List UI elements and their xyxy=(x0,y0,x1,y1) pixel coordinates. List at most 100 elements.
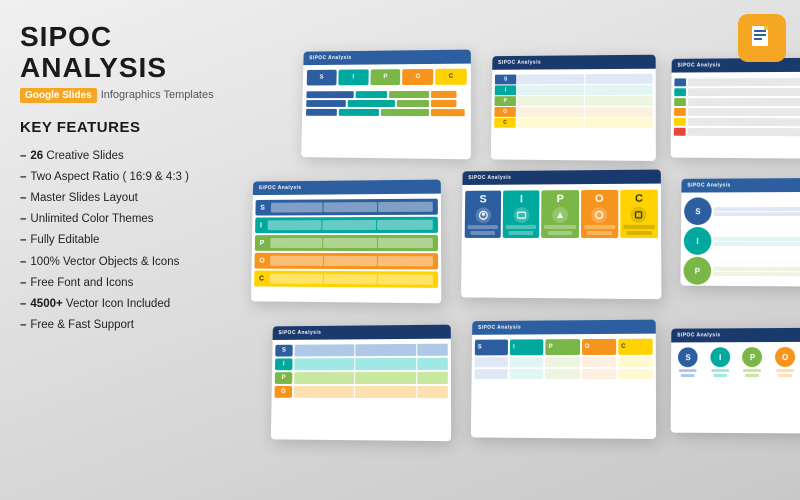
sipoc-big-letter: C xyxy=(635,193,643,205)
slide-header-7: SIPOC Analysis xyxy=(273,325,451,340)
slide-header-9: SIPOC Analysis xyxy=(671,328,800,343)
slide-content-3 xyxy=(671,74,800,141)
slide-card-3: SIPOC Analysis xyxy=(671,58,800,159)
sipoc-p: P xyxy=(370,69,401,85)
label-s: S xyxy=(275,345,293,357)
sipoc-big-letter: S xyxy=(480,194,487,206)
bar xyxy=(417,386,448,398)
bar xyxy=(688,108,800,116)
bar-mini xyxy=(623,225,655,229)
slide-title-1: SIPOC Analysis xyxy=(309,55,352,61)
content-row: S xyxy=(275,344,448,357)
circle-i: I xyxy=(710,347,730,367)
v-sipoc-bars xyxy=(271,202,433,213)
letter-i: I xyxy=(719,353,721,362)
slide-title-2: SIPOC Analysis xyxy=(498,60,541,66)
content-row: I xyxy=(684,227,800,255)
content-row xyxy=(674,118,800,126)
v-sipoc-s: S xyxy=(255,199,437,216)
slide-header-1: SIPOC Analysis xyxy=(303,50,470,66)
slide-content-2: S I P O xyxy=(491,71,656,132)
content-cell xyxy=(585,85,653,95)
slide-title-6: SIPOC Analysis xyxy=(687,182,731,188)
v-bar xyxy=(322,220,376,230)
dash: – xyxy=(20,296,26,312)
bar-item xyxy=(339,109,379,116)
content-row: S xyxy=(684,197,800,225)
slide-header-6: SIPOC Analysis xyxy=(681,178,800,193)
bar-item xyxy=(431,109,464,116)
bar-item xyxy=(347,100,395,107)
bar xyxy=(355,372,416,384)
col-left: S xyxy=(474,340,508,379)
letter-o: O xyxy=(782,352,788,361)
sipoc-o: O xyxy=(402,69,433,85)
v-bar xyxy=(270,274,323,284)
bars xyxy=(294,358,447,370)
subtitle-row: Google Slides Infographics Templates xyxy=(20,88,250,103)
list-item: – 26 Creative Slides xyxy=(20,146,250,167)
icon-svg xyxy=(478,210,488,220)
feature-text: Free Font and Icons xyxy=(30,275,133,291)
small-bar xyxy=(776,369,794,372)
bar xyxy=(688,88,800,96)
feature-text: Master Slides Layout xyxy=(30,190,137,206)
sipoc-label-p: P xyxy=(546,339,580,355)
sipoc-big-letter: I xyxy=(520,193,523,205)
col-mid2: P xyxy=(546,339,580,379)
bar-row xyxy=(306,109,467,116)
slide-header-4: SIPOC Analysis xyxy=(253,180,441,196)
bar xyxy=(674,128,686,136)
content-block xyxy=(582,357,616,367)
bar xyxy=(674,108,686,116)
bar-mini xyxy=(584,225,615,229)
content-block xyxy=(618,357,653,367)
circle-p: P xyxy=(743,347,763,367)
text-bar xyxy=(713,236,800,240)
bar xyxy=(688,98,800,106)
sipoc-col-s: S xyxy=(465,191,502,238)
v-bar xyxy=(270,238,323,248)
text-area xyxy=(713,197,800,225)
content-row xyxy=(674,108,800,116)
circle-s: S xyxy=(678,347,698,367)
sipoc-col-o: O xyxy=(581,190,619,238)
v-bar xyxy=(378,274,433,285)
icon-svg xyxy=(555,210,565,220)
v-bar xyxy=(323,274,377,284)
v-sipoc-bars xyxy=(270,274,433,285)
bar xyxy=(294,372,354,384)
icon-col: O xyxy=(775,347,795,377)
sipoc-i: I xyxy=(338,69,368,85)
col-right1: O xyxy=(582,339,616,379)
content-cell xyxy=(517,85,584,95)
v-bar xyxy=(378,238,433,248)
v-bar xyxy=(324,202,377,212)
slide-content-9: S I P xyxy=(671,344,800,380)
content-row: S xyxy=(495,74,653,85)
content-row: I xyxy=(495,85,653,95)
bar-row xyxy=(306,91,466,98)
google-slides-badge: Google Slides xyxy=(20,88,97,103)
v-sipoc-o: O xyxy=(254,253,438,270)
v-sipoc-i: I xyxy=(255,217,438,233)
bar-mini xyxy=(506,225,537,229)
slide-header-8: SIPOC Analysis xyxy=(472,320,656,335)
google-icon-wrapper xyxy=(738,14,786,62)
content-row: O xyxy=(275,386,448,398)
sipoc-col-c: C xyxy=(620,190,658,238)
small-bar xyxy=(711,369,729,372)
small-bar xyxy=(778,374,792,377)
content-row: P xyxy=(275,372,448,384)
slide-title-5: SIPOC Analysis xyxy=(468,175,511,181)
v-sipoc-bars xyxy=(270,256,432,267)
content-block xyxy=(474,369,507,379)
list-item: – Free & Fast Support xyxy=(20,314,250,335)
list-item: – Fully Editable xyxy=(20,230,250,251)
content-row xyxy=(674,128,800,137)
feature-text: Free & Fast Support xyxy=(30,317,134,333)
bar xyxy=(417,358,448,370)
bar xyxy=(688,118,800,126)
list-item: – Master Slides Layout xyxy=(20,188,250,209)
bar xyxy=(355,358,416,370)
